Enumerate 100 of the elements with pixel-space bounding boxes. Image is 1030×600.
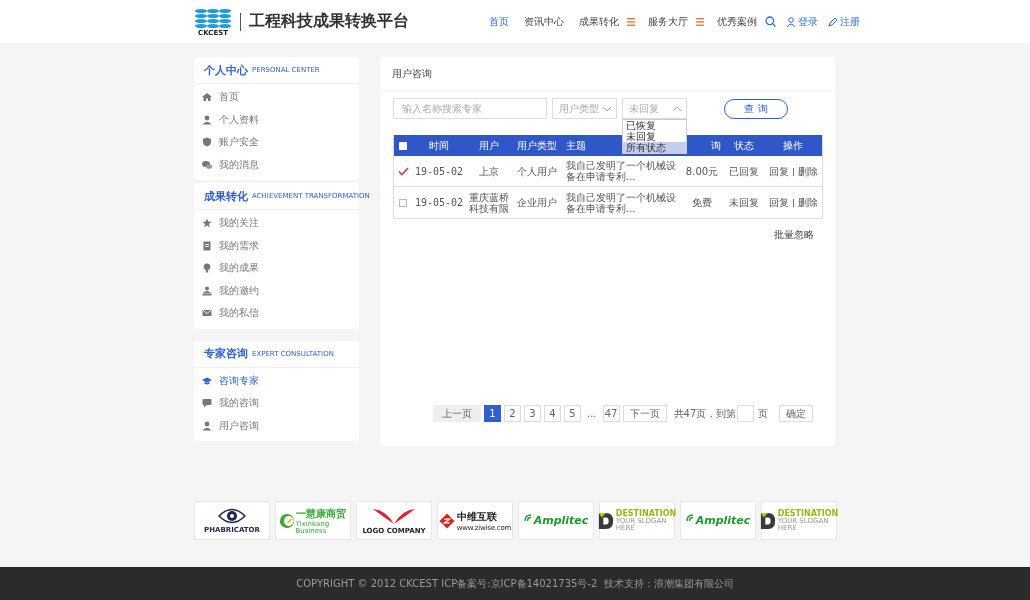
user-icon	[202, 114, 212, 125]
login-link[interactable]: 登录	[786, 14, 818, 29]
section-title: 个人中心	[204, 62, 248, 78]
shield-icon	[202, 137, 212, 148]
query-button[interactable]: 查 询	[724, 98, 788, 119]
column-header: 时间	[429, 139, 449, 151]
sidebar-item[interactable]: 我的私信	[194, 302, 359, 325]
sidebar-item[interactable]: 用户咨询	[194, 414, 359, 437]
column-header: 用户	[479, 139, 499, 151]
panel-title: 用户咨询	[380, 57, 835, 91]
table-cell: 19-05-02	[414, 165, 464, 177]
page-button[interactable]: 47	[602, 405, 620, 422]
wings-logo-icon	[372, 506, 416, 526]
comment-icon	[202, 398, 212, 409]
sidebar-item[interactable]: 我的成果	[194, 257, 359, 280]
partner-logo[interactable]: Amplitec	[680, 501, 756, 540]
search-icon	[765, 16, 776, 27]
sidebar-item[interactable]: 我的关注	[194, 212, 359, 235]
page-input[interactable]	[737, 405, 755, 422]
checkbox[interactable]	[399, 198, 407, 207]
table-cell: 企业用户	[517, 197, 557, 208]
table-cell: 免费	[692, 197, 712, 208]
column-header: 操作	[783, 139, 803, 151]
page-total: 共47页，到第	[673, 406, 737, 421]
site-title: 工程科技成果转换平台	[249, 11, 409, 32]
next-page-button[interactable]: 下一页	[622, 405, 667, 422]
logo-name: 一慧康商贸	[295, 506, 347, 520]
reply-link[interactable]: 回复	[768, 197, 789, 208]
table-cell: 我自己发明了一个机械设备在申请专利...	[566, 160, 676, 182]
leaf-logo-icon	[278, 511, 295, 530]
chevron-down-icon	[602, 105, 612, 112]
mail-icon	[202, 308, 212, 319]
dropdown-option[interactable]: 已恢复	[623, 120, 686, 131]
graduation-cap-icon	[202, 375, 212, 386]
logo-name: Amplitec	[695, 514, 751, 527]
page-button[interactable]: 3	[524, 405, 541, 422]
people-icon	[202, 285, 212, 296]
eye-logo-icon	[218, 507, 246, 525]
page-unit: 页	[758, 406, 769, 421]
delete-link[interactable]: 删除	[797, 165, 818, 177]
nav-link[interactable]: 优秀案例	[715, 14, 759, 29]
user-icon	[786, 16, 796, 27]
signal-logo-icon	[685, 514, 696, 522]
page-button[interactable]: 2	[504, 405, 521, 422]
logo-name: Amplitec	[533, 514, 589, 527]
star-icon	[202, 218, 212, 229]
table-cell: 重庆蓝桥科技有限	[469, 191, 509, 214]
page-button[interactable]: 4	[544, 405, 561, 422]
column-header: 询	[711, 139, 721, 151]
sidebar-item[interactable]: 首页	[194, 86, 359, 109]
page-button[interactable]: 1	[484, 405, 501, 422]
section-title: 成果转化	[204, 188, 248, 204]
nav-link[interactable]: 服务大厅	[646, 14, 690, 29]
dropdown-option[interactable]: 未回复	[623, 131, 686, 142]
reply-link[interactable]: 回复	[768, 165, 789, 177]
logo-name: DESTINATION	[615, 509, 677, 518]
dropdown-option[interactable]: 所有状态	[623, 142, 686, 153]
table-cell: 19-05-02	[414, 197, 464, 208]
confirm-button[interactable]: 确定	[779, 405, 814, 422]
logo-name: DESTINATION	[777, 509, 839, 518]
chat-icon	[202, 159, 212, 170]
sidebar-item[interactable]: 我的邀约	[194, 279, 359, 302]
partner-logo[interactable]: Amplitec	[518, 501, 594, 540]
sidebar-item[interactable]: 个人资料	[194, 108, 359, 131]
delete-link[interactable]: 删除	[797, 197, 818, 208]
bulb-icon	[202, 263, 212, 274]
previous-page-button[interactable]: 上一页	[433, 405, 481, 422]
table-cell: 已回复	[729, 165, 759, 177]
select-all-checkbox[interactable]	[399, 141, 407, 150]
table-cell: 未回复	[729, 197, 759, 208]
chevron-up-icon	[672, 105, 682, 112]
waves-logo-icon	[194, 6, 232, 29]
checkmark-icon[interactable]	[397, 166, 409, 176]
nav-link[interactable]: 成果转化	[577, 14, 621, 29]
document-icon	[202, 240, 212, 251]
column-header: 主题	[566, 139, 586, 151]
logo-name: 中维互联	[456, 509, 497, 524]
search-field[interactable]: 输入名称搜索专家	[393, 98, 547, 119]
copyright-text: COPYRIGHT © 2012 CKCEST ICP备案号:京ICP备14021735号-2 技术支持：浪潮集团有限公司	[296, 576, 734, 591]
home-icon	[202, 92, 212, 103]
nav-link[interactable]: 资讯中心	[522, 14, 566, 29]
table-cell: 我自己发明了一个机械设备在申请专利...	[566, 191, 676, 214]
sidebar-item[interactable]: 咨询专家	[194, 369, 359, 392]
sidebar-item[interactable]: 账户安全	[194, 131, 359, 154]
sidebar-item[interactable]: 我的消息	[194, 153, 359, 176]
nav-link[interactable]: 首页	[487, 14, 511, 29]
ellipsis: ...	[586, 408, 598, 419]
sidebar-item[interactable]: 我的咨询	[194, 392, 359, 415]
table-cell: 8.00元	[685, 165, 719, 177]
table-cell: 个人用户	[517, 165, 557, 177]
section-title: 专家咨询	[204, 346, 248, 361]
column-header: 用户类型	[517, 139, 557, 151]
user-icon	[202, 420, 212, 431]
register-link[interactable]: 注册	[828, 14, 860, 29]
sidebar-item[interactable]: 我的需求	[194, 234, 359, 257]
signal-logo-icon	[523, 514, 534, 522]
table-cell: 上京	[479, 165, 499, 177]
column-header: 状态	[734, 139, 754, 151]
batch-ignore-link[interactable]: 批量忽略	[774, 228, 814, 242]
page-button[interactable]: 5	[564, 405, 581, 422]
